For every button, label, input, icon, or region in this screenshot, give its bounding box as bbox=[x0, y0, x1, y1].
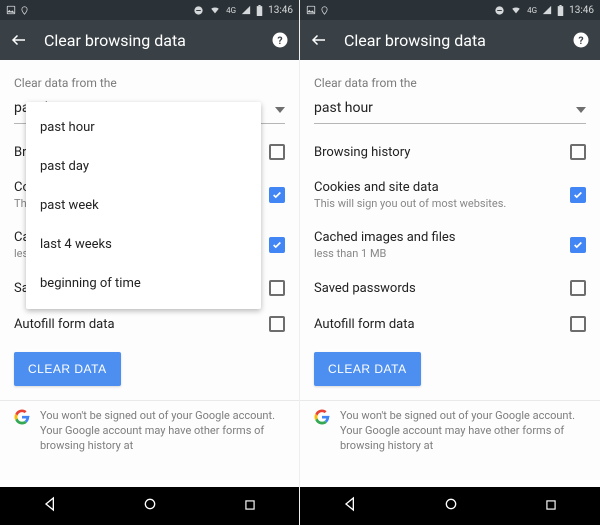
clear-data-button[interactable]: CLEAR DATA bbox=[314, 352, 421, 386]
signal-icon bbox=[542, 5, 552, 15]
android-nav-bar bbox=[0, 487, 299, 525]
recent-nav-icon[interactable] bbox=[243, 497, 257, 516]
dropdown-option[interactable]: last 4 weeks bbox=[26, 225, 261, 264]
checkbox[interactable] bbox=[570, 280, 586, 296]
battery-icon bbox=[557, 5, 564, 16]
dnd-icon bbox=[494, 5, 505, 16]
back-nav-icon[interactable] bbox=[42, 496, 58, 516]
list-item[interactable]: Saved passwords bbox=[314, 270, 586, 306]
status-bar: 4G 13:46 bbox=[300, 0, 600, 20]
list-item[interactable]: Autofill form data bbox=[14, 306, 285, 342]
recent-nav-icon[interactable] bbox=[544, 497, 558, 516]
checkbox[interactable] bbox=[269, 144, 285, 160]
checkbox[interactable] bbox=[269, 280, 285, 296]
page-title: Clear browsing data bbox=[344, 31, 556, 50]
chevron-down-icon bbox=[576, 98, 586, 117]
checkbox[interactable] bbox=[570, 237, 586, 253]
time-range-dropdown: past hour past day past week last 4 week… bbox=[26, 102, 261, 309]
image-icon bbox=[306, 5, 316, 15]
network-label: 4G bbox=[527, 6, 537, 15]
image-icon bbox=[6, 5, 16, 15]
clear-data-button[interactable]: CLEAR DATA bbox=[14, 352, 121, 386]
google-logo-icon bbox=[14, 409, 30, 425]
app-toolbar: Clear browsing data ? bbox=[0, 20, 299, 60]
checkbox[interactable] bbox=[570, 316, 586, 332]
screenshot-right: 4G 13:46 Clear browsing data ? Clear dat… bbox=[300, 0, 600, 525]
checkbox[interactable] bbox=[570, 144, 586, 160]
home-nav-icon[interactable] bbox=[443, 496, 459, 516]
list-item[interactable]: Browsing history bbox=[314, 134, 586, 170]
dnd-icon bbox=[193, 5, 204, 16]
svg-text:?: ? bbox=[578, 34, 583, 47]
location-icon bbox=[320, 6, 329, 15]
clock-label: 13:46 bbox=[268, 5, 293, 16]
note-text: You won't be signed out of your Google a… bbox=[40, 409, 285, 454]
dropdown-option[interactable]: past day bbox=[26, 147, 261, 186]
signal-icon bbox=[241, 5, 251, 15]
checkbox[interactable] bbox=[269, 187, 285, 203]
svg-text:?: ? bbox=[277, 34, 282, 47]
dropdown-option[interactable]: past hour bbox=[26, 108, 261, 147]
network-label: 4G bbox=[226, 6, 236, 15]
back-icon[interactable] bbox=[310, 31, 328, 49]
checkbox[interactable] bbox=[269, 316, 285, 332]
list-item[interactable]: Cookies and site dataThis will sign you … bbox=[314, 170, 586, 220]
dropdown-option[interactable]: beginning of time bbox=[26, 264, 261, 303]
location-icon bbox=[20, 6, 29, 15]
list-item[interactable]: Autofill form data bbox=[314, 306, 586, 342]
help-icon[interactable]: ? bbox=[271, 31, 289, 49]
list-item[interactable]: Cached images and filesless than 1 MB bbox=[314, 220, 586, 270]
chevron-down-icon bbox=[275, 98, 285, 117]
page-title: Clear browsing data bbox=[44, 31, 255, 50]
checkbox[interactable] bbox=[570, 187, 586, 203]
home-nav-icon[interactable] bbox=[142, 496, 158, 516]
android-nav-bar bbox=[300, 487, 600, 525]
note-text: You won't be signed out of your Google a… bbox=[340, 409, 586, 454]
clock-label: 13:46 bbox=[569, 5, 594, 16]
screenshot-left: 4G 13:46 Clear browsing data ? Clear dat… bbox=[0, 0, 300, 525]
help-icon[interactable]: ? bbox=[572, 31, 590, 49]
wifi-icon bbox=[209, 5, 221, 15]
time-range-select[interactable]: past hour bbox=[314, 94, 586, 124]
wifi-icon bbox=[510, 5, 522, 15]
app-toolbar: Clear browsing data ? bbox=[300, 20, 600, 60]
checkbox[interactable] bbox=[269, 237, 285, 253]
section-label: Clear data from the bbox=[314, 76, 586, 90]
google-logo-icon bbox=[314, 409, 330, 425]
back-nav-icon[interactable] bbox=[342, 496, 358, 516]
back-icon[interactable] bbox=[10, 31, 28, 49]
battery-icon bbox=[256, 5, 263, 16]
dropdown-option[interactable]: past week bbox=[26, 186, 261, 225]
status-bar: 4G 13:46 bbox=[0, 0, 299, 20]
section-label: Clear data from the bbox=[14, 76, 285, 90]
